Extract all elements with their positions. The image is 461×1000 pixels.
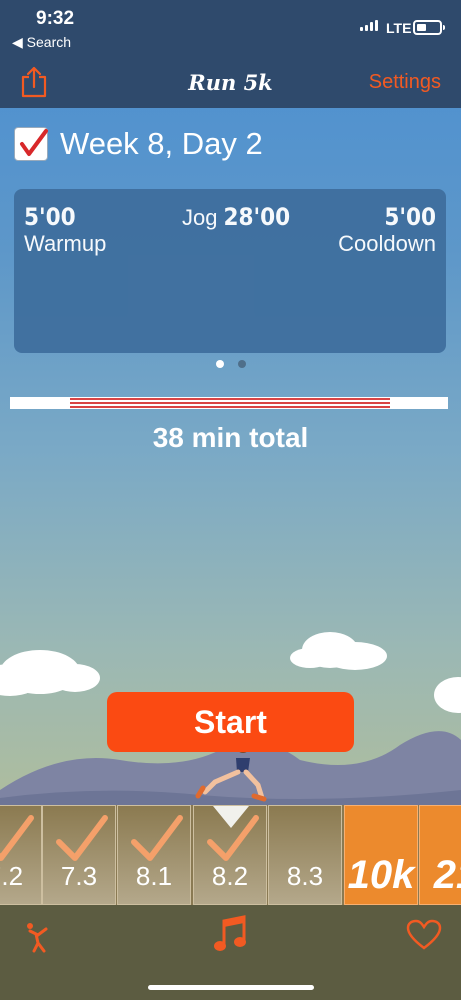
page-indicator[interactable] [216,360,246,368]
week-tile[interactable]: 21 [419,805,461,905]
jog-duration: 28'00 [223,203,291,231]
cloud-right [290,632,387,670]
cooldown-segment: 5'00 Cooldown [338,203,436,257]
nav-bar: Run 5k Settings [0,58,461,108]
workout-timeline-bar [10,397,448,409]
jog-label: Jog [182,205,218,230]
week-tile[interactable]: 8.1 [117,805,191,905]
signal-icon [360,20,378,31]
settings-button[interactable]: Settings [369,71,441,94]
week-tile-label: 21 [433,853,461,897]
warmup-segment: 5'00 Warmup [24,203,106,257]
week-tile-label: 8.3 [286,861,324,891]
week-tile-label: 7.2 [0,861,24,891]
jog-segment: Jog 28'00 [182,203,290,231]
home-indicator [148,985,314,990]
checkmark-icon [131,815,183,861]
music-icon[interactable] [212,915,248,953]
status-bar: 9:32 ◀ Search LTE [0,0,461,58]
cloud-left [0,650,100,696]
current-week-marker [213,806,249,828]
checkmark-icon [20,129,48,156]
stretch-icon[interactable] [24,921,52,953]
week-tile[interactable]: 7.2 [0,805,42,905]
week-tile[interactable]: 7.3 [42,805,116,905]
page-dot [238,360,246,368]
week-tile-label: 10k [347,853,415,897]
week-tiles-strip[interactable]: 7.2 7.3 8.1 8.2 8.3 10k 21 [0,805,461,905]
page-dot-active [216,360,224,368]
cooldown-duration: 5'00 [384,203,436,231]
cooldown-label: Cooldown [338,231,436,256]
battery-icon [413,20,445,35]
start-button[interactable]: Start [107,692,354,752]
week-tile[interactable]: 10k [344,805,418,905]
heart-icon[interactable] [406,919,442,951]
workout-summary-card[interactable]: 5'00 Warmup Jog 28'00 5'00 Cooldown [14,189,446,353]
checkmark-icon [0,815,34,861]
network-type: LTE [386,20,412,36]
completed-checkbox[interactable] [14,127,48,161]
cloud-edge [434,677,461,713]
week-tile-label: 7.3 [60,861,98,891]
total-duration: 38 min total [152,422,309,453]
week-tile[interactable]: 8.2 [193,805,267,905]
week-tile-label: 8.2 [211,861,249,891]
back-to-search-link[interactable]: ◀ Search [12,34,71,51]
status-time: 9:32 [36,8,75,29]
warmup-duration: 5'00 [24,203,76,231]
week-tile-label: 8.1 [135,861,173,891]
week-tile[interactable]: 8.3 [268,805,342,905]
workout-title: Week 8, Day 2 [60,126,263,161]
checkmark-icon [56,815,108,861]
warmup-label: Warmup [24,231,107,256]
